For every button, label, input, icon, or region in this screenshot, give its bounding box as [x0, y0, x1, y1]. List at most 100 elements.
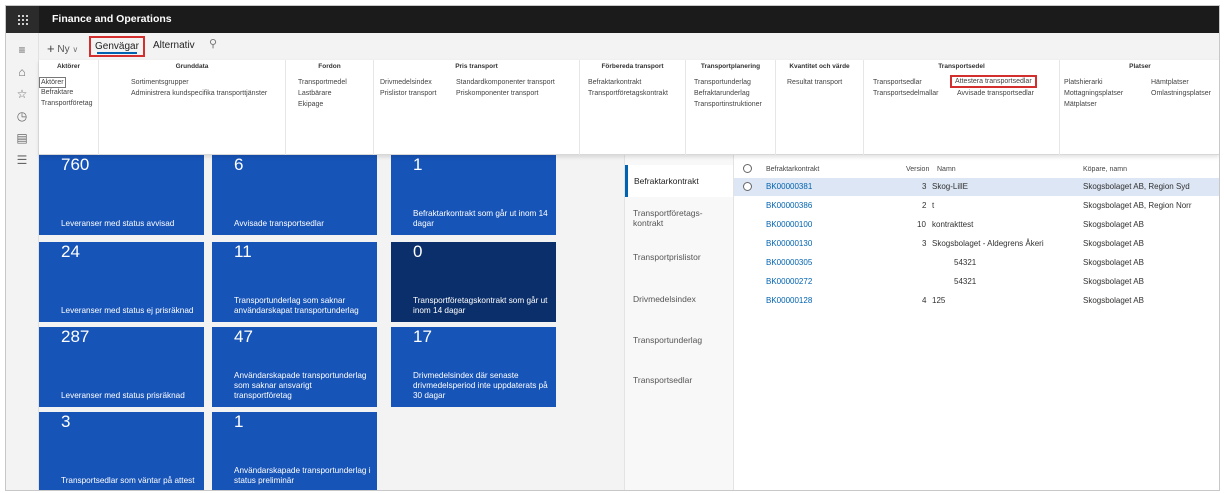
tile[interactable]: 1 Användarskapade transportunderlag i st… [212, 412, 377, 490]
tile[interactable]: 24 Leveranser med status ej prisräknad [39, 242, 204, 322]
contract-id-link[interactable]: BK00000130 [766, 239, 812, 248]
table-row[interactable]: BK00000128 4 125 Skogsbolaget AB [734, 292, 1219, 310]
group-title: Kvantitet och värde [789, 63, 850, 70]
hamburger-icon[interactable]: ≡ [15, 43, 29, 57]
link-waybills[interactable]: Transportsedlar [873, 78, 922, 87]
tab-alternatives[interactable]: Alternativ [153, 40, 195, 51]
group-title: Transportplanering [700, 63, 761, 70]
column-header-version[interactable]: Version [906, 166, 929, 173]
contract-id-link[interactable]: BK00000305 [766, 258, 812, 267]
tile[interactable]: 47 Användarskapade transportunderlag som… [212, 327, 377, 407]
table-row[interactable]: BK00000272 54321 Skogsbolaget AB [734, 273, 1219, 291]
link-actors[interactable]: Aktörer [39, 77, 66, 88]
vertical-tabs: Befraktarkontrakt Transportföretags-kont… [624, 155, 734, 490]
ribbon: Aktörer Aktörer Befraktare Transportföre… [39, 60, 1219, 155]
table-row[interactable]: BK00000381 3 Skog-LillE Skogsbolaget AB,… [734, 178, 1219, 196]
tab-fuel-index[interactable]: Drivmedelsindex [625, 294, 733, 304]
tile[interactable]: 0 Transportföretagskontrakt som går ut i… [391, 242, 556, 322]
ribbon-group-base-data: Grunddata Sortimentsgrupper Administrera… [99, 60, 286, 155]
tile[interactable]: 3 Transportsedlar som väntar på attest [39, 412, 204, 490]
contract-name: 54321 [954, 277, 977, 286]
link-transport-means[interactable]: Transportmedel [298, 78, 347, 87]
contract-version: 3 [922, 182, 927, 191]
list-icon[interactable]: ☰ [15, 153, 29, 167]
column-header-contract[interactable]: Befraktarkontrakt [766, 166, 819, 173]
ribbon-group-pricing: Pris transport Drivmedelsindex Standardk… [374, 60, 580, 155]
link-transport-instructions[interactable]: Transportinstruktioner [694, 100, 762, 109]
tile[interactable]: 760 Leveranser med status avvisad [39, 155, 204, 235]
tab-shipper-contracts[interactable]: Befraktarkontrakt [625, 165, 733, 197]
link-fuel-index[interactable]: Drivmedelsindex [380, 78, 432, 87]
tile[interactable]: 287 Leveranser med status prisräknad [39, 327, 204, 407]
clock-icon[interactable]: ◷ [15, 109, 29, 123]
tile-count: 17 [413, 327, 432, 346]
tile-label: Befraktarkontrakt som går ut inom 14 dag… [413, 209, 548, 228]
link-standard-components[interactable]: Standardkomponenter transport [456, 78, 555, 87]
link-shippers[interactable]: Befraktare [41, 88, 73, 97]
contract-id-link[interactable]: BK00000128 [766, 296, 812, 305]
app-title[interactable]: Finance and Operations [52, 6, 172, 33]
buyer-name: Skogsbolaget AB [1083, 220, 1144, 229]
ribbon-group-actors: Aktörer Aktörer Befraktare Transportföre… [39, 60, 99, 155]
link-rejected-waybills[interactable]: Avvisade transportsedlar [957, 89, 1034, 98]
column-header-name[interactable]: Namn [937, 166, 956, 173]
home-icon[interactable]: ⌂ [15, 65, 29, 79]
tab-waybills[interactable]: Transportsedlar [625, 375, 733, 385]
contract-version: 3 [922, 239, 927, 248]
link-pickup-locations[interactable]: Hämtplatser [1151, 78, 1189, 87]
contract-id-link[interactable]: BK00000386 [766, 201, 812, 210]
link-load-carriers[interactable]: Lastbärare [298, 89, 331, 98]
table-row[interactable]: BK00000130 3 Skogsbolaget - Aldegrens Åk… [734, 235, 1219, 253]
tab-shortcuts[interactable]: Genvägar [89, 36, 145, 57]
tile[interactable]: 6 Avvisade transportsedlar [212, 155, 377, 235]
link-customer-transport-services[interactable]: Administrera kundspecifika transporttjän… [131, 89, 267, 98]
tile[interactable]: 11 Transportunderlag som saknar användar… [212, 242, 377, 322]
star-icon[interactable]: ☆ [15, 87, 29, 101]
tab-transport-company-contracts[interactable]: Transportföretags-kontrakt [625, 208, 715, 228]
tab-transport-price-lists[interactable]: Transportprislistor [625, 252, 733, 262]
tile-label: Användarskapade transportunderlag som sa… [234, 371, 367, 400]
contract-id-link[interactable]: BK00000272 [766, 277, 812, 286]
link-waybill-templates[interactable]: Transportsedelmallar [873, 89, 939, 98]
link-shipper-contracts[interactable]: Befraktarkontrakt [588, 78, 641, 87]
link-transport-company-contracts[interactable]: Transportföretagskontrakt [588, 89, 668, 98]
table-row[interactable]: BK00000100 10 kontrakttest Skogsbolaget … [734, 216, 1219, 234]
link-transport-basis[interactable]: Transportunderlag [694, 78, 751, 87]
link-transshipment-locations[interactable]: Omlastningsplatser [1151, 89, 1211, 98]
link-location-hierarchy[interactable]: Platshierarki [1064, 78, 1103, 87]
tile[interactable]: 17 Drivmedelsindex där senaste drivmedel… [391, 327, 556, 407]
app-launcher-button[interactable] [6, 6, 39, 33]
group-title: Platser [1129, 63, 1151, 70]
tile-label: Drivmedelsindex där senaste drivmedelspe… [413, 371, 548, 400]
table-row[interactable]: BK00000305 54321 Skogsbolaget AB [734, 254, 1219, 272]
link-approve-waybills[interactable]: Attestera transportsedlar [950, 75, 1037, 88]
tile[interactable]: 1 Befraktarkontrakt som går ut inom 14 d… [391, 155, 556, 235]
app-window: Finance and Operations ≡ ⌂ ☆ ◷ ▤ ☰ + Ny … [5, 5, 1220, 491]
link-transport-result[interactable]: Resultat transport [787, 78, 842, 87]
search-icon[interactable]: ⚲ [209, 37, 217, 50]
link-price-lists[interactable]: Prislistor transport [380, 89, 436, 98]
ribbon-group-prepare-transport: Förbereda transport Befraktarkontrakt Tr… [580, 60, 686, 155]
workspace-icon[interactable]: ▤ [15, 131, 29, 145]
link-price-components[interactable]: Priskomponenter transport [456, 89, 538, 98]
link-assortment-groups[interactable]: Sortimentsgrupper [131, 78, 189, 87]
link-receiving-locations[interactable]: Mottagningsplatser [1064, 89, 1123, 98]
column-header-buyer[interactable]: Köpare, namn [1083, 166, 1127, 173]
ribbon-group-transport-planning: Transportplanering Transportunderlag Bef… [686, 60, 776, 155]
new-button[interactable]: + Ny ∨ [47, 40, 78, 56]
link-crews[interactable]: Ekipage [298, 100, 323, 109]
waffle-icon [17, 14, 28, 25]
contract-id-link[interactable]: BK00000381 [766, 182, 812, 191]
tile-label: Transportföretagskontrakt som går ut ino… [413, 296, 548, 315]
link-measurement-locations[interactable]: Mätplatser [1064, 100, 1097, 109]
group-title: Transportsedel [938, 63, 985, 70]
contract-name: 54321 [954, 258, 977, 267]
buyer-name: Skogsbolaget AB, Region Norr [1083, 201, 1192, 210]
link-shipper-basis[interactable]: Befraktarunderlag [694, 89, 750, 98]
contract-id-link[interactable]: BK00000100 [766, 220, 812, 229]
row-select-radio[interactable] [743, 182, 752, 191]
table-row[interactable]: BK00000386 2 t Skogsbolaget AB, Region N… [734, 197, 1219, 215]
tab-transport-basis[interactable]: Transportunderlag [625, 335, 733, 345]
select-all-radio[interactable] [743, 164, 752, 173]
link-transport-companies[interactable]: Transportföretag [41, 99, 93, 108]
